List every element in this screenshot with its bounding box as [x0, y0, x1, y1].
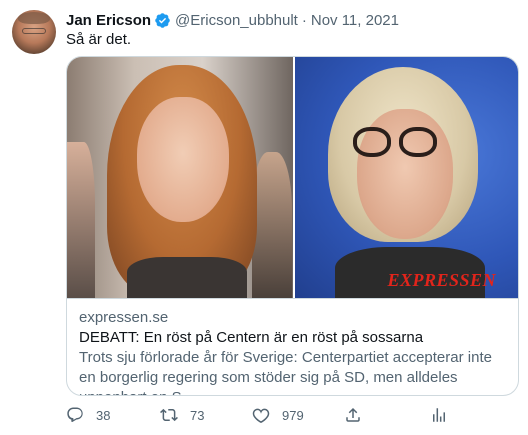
card-title: DEBATT: En röst på Centern är en röst på… [79, 329, 424, 346]
retweet-icon [160, 408, 178, 422]
glasses-right-lens [399, 127, 437, 157]
card-photo-left [67, 57, 293, 298]
reply-icon [67, 407, 83, 423]
analytics-button[interactable] [430, 404, 448, 426]
glasses-left-lens [353, 127, 391, 157]
like-count: 979 [282, 407, 304, 423]
tweet-date[interactable]: Nov 11, 2021 [311, 12, 399, 29]
avatar-glasses [22, 28, 46, 34]
author-handle[interactable]: @Ericson_ubbhult [175, 12, 298, 29]
analytics-icon [433, 408, 445, 422]
card-domain: expressen.se [79, 309, 169, 326]
share-icon [346, 407, 360, 422]
tweet-text: Så är det. [66, 31, 132, 48]
card-description: Trots sju förlorade år för Sverige: Cent… [79, 349, 492, 395]
card-photo-right [295, 57, 518, 298]
card-image[interactable]: EXPRESSEN [67, 57, 518, 298]
tweet-header: Jan Ericson @Ericson_ubbhult · Nov 11, 2… [66, 10, 399, 30]
meta-separator: · [301, 11, 307, 29]
author-avatar[interactable] [12, 10, 56, 54]
like-button[interactable]: 979 [252, 404, 304, 426]
brand-strip: EXPRESSEN [67, 266, 518, 298]
like-icon [252, 408, 270, 424]
expressen-logo: EXPRESSEN [387, 270, 496, 290]
card-separator [67, 298, 518, 299]
card-body[interactable]: expressen.se DEBATT: En röst på Centern … [79, 308, 509, 395]
link-preview-card[interactable]: EXPRESSEN expressen.se DEBATT: En röst p… [66, 56, 519, 396]
retweet-count: 73 [190, 407, 205, 423]
author-name[interactable]: Jan Ericson [66, 12, 151, 29]
reply-count: 38 [96, 407, 111, 423]
avatar-hair [18, 12, 50, 24]
photo-left-face [137, 97, 229, 222]
photo-right-glasses [347, 127, 443, 161]
retweet-button[interactable]: 73 [160, 404, 204, 426]
tweet-actions: 38 73 979 [66, 404, 518, 428]
share-button[interactable] [344, 404, 362, 426]
reply-button[interactable]: 38 [66, 404, 110, 426]
verified-badge-icon [155, 12, 170, 28]
